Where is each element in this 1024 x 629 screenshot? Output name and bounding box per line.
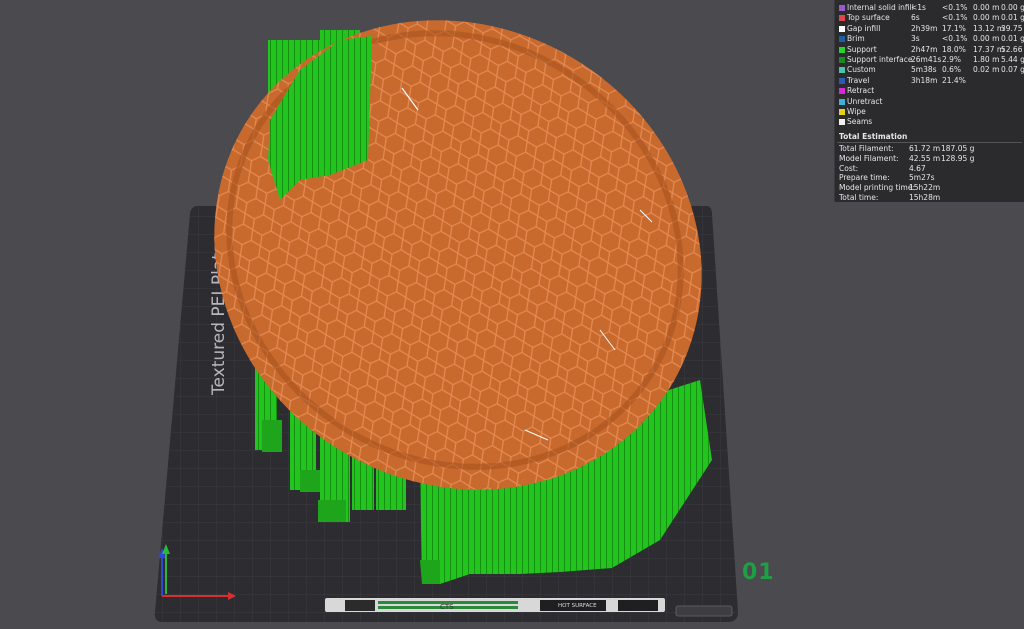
legend-pct: 2.9% bbox=[942, 55, 962, 64]
legend-name: Seams bbox=[847, 117, 873, 127]
legend-swatch bbox=[839, 98, 845, 105]
legend-swatch bbox=[839, 15, 845, 22]
estimation-row: Total Filament: 61.72 m 187.05 g bbox=[839, 144, 1024, 154]
legend-swatch bbox=[839, 46, 845, 53]
legend-len: 0.00 m bbox=[973, 34, 1000, 44]
plate-notch bbox=[675, 605, 733, 617]
legend-swatch bbox=[839, 88, 845, 95]
legend-name: Support interface bbox=[847, 55, 913, 64]
legend-name: Top surface bbox=[847, 13, 890, 23]
legend-swatch bbox=[839, 67, 845, 74]
legend-swatch bbox=[839, 119, 845, 126]
estimation-row: Cost: 4.67 bbox=[839, 164, 1024, 174]
legend-len: 0.00 m bbox=[973, 13, 1000, 23]
legend-name: Wipe bbox=[847, 107, 866, 116]
legend-time: <1s bbox=[911, 3, 926, 12]
legend-name: Unretract bbox=[847, 96, 883, 106]
legend-time: 2h47m bbox=[911, 44, 938, 54]
legend-time: 3h18m bbox=[911, 75, 938, 85]
estimation-row: Model Filament: 42.55 m 128.95 g bbox=[839, 154, 1024, 164]
hot-surface-label: HOT SURFACE bbox=[558, 603, 597, 609]
legend-row[interactable]: Retract bbox=[839, 86, 1024, 96]
estimation-title: Total Estimation bbox=[839, 132, 908, 141]
plate-number[interactable]: 01 bbox=[742, 560, 775, 585]
estimation-label: Total time: bbox=[839, 193, 879, 202]
legend-time: 2h39m bbox=[911, 23, 938, 33]
legend-wt: 0.01 g bbox=[1001, 13, 1024, 23]
legend-row[interactable]: Gap infill 2h39m 17.1% 13.12 m39.75 g bbox=[839, 24, 1024, 34]
legend-swatch bbox=[839, 36, 845, 43]
legend-row[interactable]: Seams bbox=[839, 117, 1024, 127]
legend-time: 26m41s bbox=[911, 55, 942, 64]
legend-swatch bbox=[839, 109, 845, 115]
legend-row[interactable]: Travel 3h18m 21.4% bbox=[839, 76, 1024, 86]
legend-pct: 17.1% bbox=[942, 23, 966, 33]
legend-name: Support bbox=[847, 44, 877, 54]
legend-wt: 0.00 g bbox=[1001, 3, 1024, 12]
legend-name: Internal solid infill bbox=[847, 3, 914, 12]
legend-swatch bbox=[839, 57, 845, 63]
legend-time: 3s bbox=[911, 34, 920, 44]
legend-swatch bbox=[839, 25, 845, 32]
legend-wt: 5.44 g bbox=[1001, 55, 1024, 64]
legend-wt: 52.66 g bbox=[1001, 44, 1024, 54]
legend-row[interactable]: Brim 3s <0.1% 0.00 m 0.01 g bbox=[839, 34, 1024, 44]
legend-len: 0.02 m bbox=[973, 65, 1000, 75]
legend-panel: Internal solid infill <1s <0.1% 0.00 m 0.00 … bbox=[834, 0, 1024, 202]
estimation-divider bbox=[837, 142, 1022, 143]
legend-wt: 39.75 g bbox=[1001, 23, 1024, 33]
legend-wt: 0.01 g bbox=[1001, 34, 1024, 44]
legend-row[interactable]: Custom 5m38s 0.6% 0.02 m 0.07 g bbox=[839, 65, 1024, 75]
legend-row[interactable]: Unretract bbox=[839, 97, 1024, 107]
legend-pct: <0.1% bbox=[942, 13, 968, 23]
legend-name: Custom bbox=[847, 65, 876, 75]
legend-row[interactable]: Internal solid infill <1s <0.1% 0.00 m 0.00 … bbox=[839, 3, 1024, 13]
legend-row[interactable]: Wipe bbox=[839, 107, 1024, 117]
legend-name: Brim bbox=[847, 34, 865, 44]
strip-center-label: CTS bbox=[440, 603, 454, 611]
legend-pct: <0.1% bbox=[942, 34, 968, 44]
legend-len: 0.00 m bbox=[973, 3, 1000, 12]
legend-time: 6s bbox=[911, 13, 920, 23]
legend-name: Gap infill bbox=[847, 23, 881, 33]
legend-pct: 18.0% bbox=[942, 44, 966, 54]
estimation-v1: 15h28m bbox=[909, 193, 941, 202]
estimation-row: Model printing time: 15h22m bbox=[839, 183, 1024, 193]
legend-swatch bbox=[839, 5, 845, 11]
legend-name: Retract bbox=[847, 86, 875, 96]
legend-len: 1.80 m bbox=[973, 55, 1000, 64]
legend-pct: 21.4% bbox=[942, 75, 966, 85]
estimation-row: Total time: 15h28m bbox=[839, 193, 1024, 203]
legend-len: 13.12 m bbox=[973, 23, 1005, 33]
legend-swatch bbox=[839, 77, 845, 84]
legend-row[interactable]: Support interface 26m41s 2.9% 1.80 m 5.44 g bbox=[839, 55, 1024, 65]
legend-row[interactable]: Support 2h47m 18.0% 17.37 m52.66 g bbox=[839, 45, 1024, 55]
legend-pct: <0.1% bbox=[942, 3, 968, 12]
legend-row[interactable]: Top surface 6s <0.1% 0.00 m 0.01 g bbox=[839, 13, 1024, 23]
estimation-row: Prepare time: 5m27s bbox=[839, 173, 1024, 183]
legend-len: 17.37 m bbox=[973, 44, 1005, 54]
legend-wt: 0.07 g bbox=[1001, 65, 1024, 75]
legend-time: 5m38s bbox=[911, 65, 937, 75]
legend-name: Travel bbox=[847, 75, 870, 85]
legend-pct: 0.6% bbox=[942, 65, 962, 75]
plate-bottom-strip: CTS HOT SURFACE bbox=[325, 598, 665, 612]
